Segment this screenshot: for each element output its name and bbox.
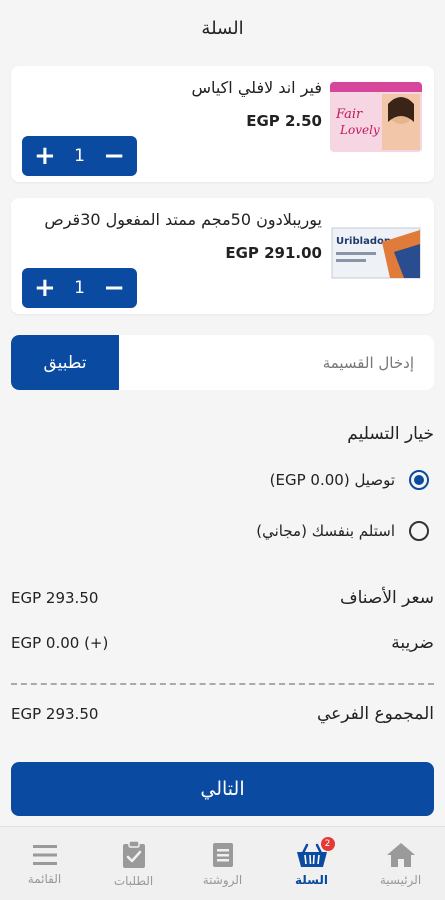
decrease-button[interactable]: − <box>103 143 125 169</box>
nav-item-menu[interactable]: القائمة <box>0 827 89 900</box>
items-price-row: EGP 293.50 سعر الأصناف <box>11 583 434 613</box>
nav-item-cart[interactable]: 2 السلة <box>267 827 356 900</box>
svg-text:Fair: Fair <box>335 107 363 122</box>
quantity-value: 1 <box>74 146 85 166</box>
decrease-button[interactable]: − <box>103 275 125 301</box>
delivery-title: خيار التسليم <box>347 424 434 444</box>
nav-label: الرئيسية <box>379 872 422 887</box>
app-header: السلة <box>0 0 445 56</box>
cart-item: Fair Lovely فير اند لافلي اكياس EGP 2.50… <box>11 66 434 182</box>
svg-text:Uribladon: Uribladon <box>336 236 391 247</box>
basket-icon: 2 <box>295 836 335 869</box>
nav-item-prescription[interactable]: الروشتة <box>178 827 267 900</box>
nav-label: الطلبات <box>113 873 154 888</box>
prescription-icon <box>211 841 235 869</box>
product-price: EGP 2.50 <box>246 112 322 130</box>
nav-item-orders[interactable]: الطلبات <box>89 827 178 900</box>
pickup-option[interactable]: استلم بنفسك (مجاني) <box>256 517 429 545</box>
subtotal-value: EGP 293.50 <box>11 705 99 723</box>
product-name: يوريبلادون 50مجم ممتد المفعول 30قرص <box>44 210 322 229</box>
quantity-value: 1 <box>74 278 85 298</box>
nav-label: القائمة <box>27 871 62 886</box>
fair-lovely-product-image: Fair Lovely <box>330 82 422 152</box>
subtotal-row: EGP 293.50 المجموع الفرعي <box>11 699 434 729</box>
summary-divider <box>11 683 434 685</box>
nav-label: الروشتة <box>202 872 243 887</box>
product-price: EGP 291.00 <box>225 244 322 262</box>
radio-selected[interactable] <box>409 470 429 490</box>
orders-icon <box>121 839 147 870</box>
svg-text:Lovely: Lovely <box>339 123 380 137</box>
product-name: فير اند لافلي اكياس <box>191 78 322 97</box>
quantity-stepper[interactable]: + 1 − <box>22 136 137 176</box>
next-button[interactable]: التالي <box>11 762 434 816</box>
tax-value: EGP 0.00 (+) <box>11 634 109 652</box>
quantity-stepper[interactable]: + 1 − <box>22 268 137 308</box>
apply-coupon-button[interactable]: تطبيق <box>11 335 119 390</box>
increase-button[interactable]: + <box>34 143 56 169</box>
tax-label: ضريبة <box>391 633 434 653</box>
cart-count-badge: 2 <box>320 836 335 851</box>
nav-label: السلة <box>295 872 329 887</box>
home-icon <box>385 841 417 869</box>
coupon-box: تطبيق <box>11 335 434 390</box>
coupon-input[interactable] <box>126 335 426 390</box>
uribladon-product-image: Uribladon <box>330 222 422 292</box>
radio-unselected[interactable] <box>409 521 429 541</box>
tax-row: EGP 0.00 (+) ضريبة <box>11 628 434 658</box>
increase-button[interactable]: + <box>34 275 56 301</box>
subtotal-label: المجموع الفرعي <box>316 704 434 724</box>
cart-item: Uribladon يوريبلادون 50مجم ممتد المفعول … <box>11 198 434 314</box>
delivery-option-label: توصيل (EGP 0.00) <box>269 471 395 489</box>
page-title: السلة <box>201 17 244 39</box>
pickup-option-label: استلم بنفسك (مجاني) <box>256 522 395 540</box>
menu-icon <box>31 842 59 868</box>
bottom-nav: الرئيسية 2 السلة الروشتة الطلبات القائمة <box>0 826 445 900</box>
nav-item-home[interactable]: الرئيسية <box>356 827 445 900</box>
items-price-value: EGP 293.50 <box>11 589 99 607</box>
items-price-label: سعر الأصناف <box>339 588 434 608</box>
delivery-option[interactable]: توصيل (EGP 0.00) <box>270 466 429 494</box>
